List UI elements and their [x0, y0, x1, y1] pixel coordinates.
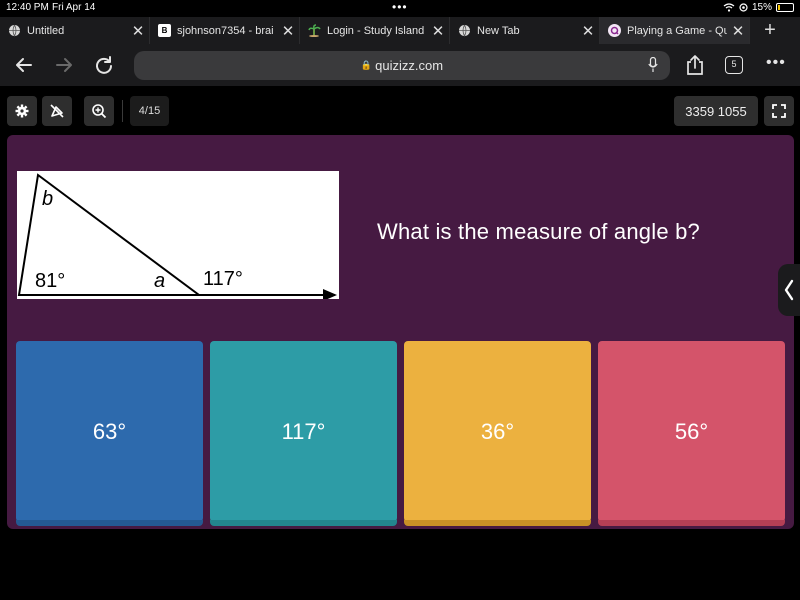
tab-close-icon[interactable]: ✕: [577, 22, 599, 40]
tab-brainly[interactable]: B sjohnson7354 - brai ✕: [150, 17, 300, 44]
angle-117-label: 117°: [203, 268, 243, 290]
zoom-in-icon[interactable]: [84, 96, 114, 126]
status-bar: 12:40 PM Fri Apr 14 ••• 15%: [0, 0, 800, 16]
browser-nav-bar: 🔒 quizizz.com 5 •••: [0, 44, 800, 86]
new-tab-plus-icon[interactable]: +: [750, 17, 790, 44]
lock-icon: 🔒: [360, 60, 373, 70]
tab-label: Untitled: [27, 24, 65, 37]
battery-percent: 15%: [751, 2, 772, 13]
globe-icon: [8, 24, 21, 37]
tab-label: New Tab: [477, 24, 520, 37]
url-text: quizizz.com: [375, 58, 444, 73]
answer-option-4[interactable]: 56°: [598, 341, 785, 526]
tab-label: Playing a Game - Qu: [627, 24, 727, 37]
quizizz-game: 4/15 3359 1055 b 81° a 117° What is the …: [0, 86, 800, 600]
option-shadow: [404, 520, 591, 526]
answer-label: 63°: [92, 418, 127, 444]
option-shadow: [598, 520, 785, 526]
tab-close-icon[interactable]: ✕: [277, 22, 299, 40]
browser-tab-bar: Untitled ✕ B sjohnson7354 - brai ✕ Login…: [0, 17, 800, 44]
brainly-icon: B: [158, 24, 171, 37]
status-time: 12:40 PM: [6, 2, 49, 13]
address-bar[interactable]: 🔒 quizizz.com: [134, 51, 670, 80]
tab-close-icon[interactable]: ✕: [727, 22, 749, 40]
location-icon: [739, 3, 748, 12]
share-icon[interactable]: [681, 52, 709, 78]
game-code: 3359 1055: [674, 96, 758, 126]
settings-gear-icon[interactable]: [7, 96, 37, 126]
answer-option-2[interactable]: 117°: [210, 341, 397, 526]
globe-icon: [458, 24, 471, 37]
option-shadow: [210, 520, 397, 526]
angle-b-label: b: [42, 188, 53, 210]
quizizz-icon: [608, 24, 621, 37]
study-island-icon: [308, 24, 321, 37]
tab-study-island[interactable]: Login - Study Island ✕: [300, 17, 450, 44]
forward-arrow-icon[interactable]: [50, 52, 78, 78]
option-shadow: [16, 520, 203, 526]
tab-untitled[interactable]: Untitled ✕: [0, 17, 150, 44]
tab-label: sjohnson7354 - brai: [177, 24, 274, 37]
tab-count-button[interactable]: 5: [725, 56, 743, 74]
back-arrow-icon[interactable]: [10, 52, 38, 78]
angle-81-label: 81°: [35, 270, 65, 292]
status-date: Fri Apr 14: [52, 2, 96, 13]
question-text: What is the measure of angle b?: [377, 219, 700, 244]
more-options-icon[interactable]: •••: [766, 54, 786, 72]
answer-option-3[interactable]: 36°: [404, 341, 591, 526]
answer-label: 36°: [480, 418, 515, 444]
toolbar-divider: [122, 100, 123, 122]
tab-label: Login - Study Island: [327, 24, 425, 37]
chevron-left-icon[interactable]: [778, 264, 800, 316]
ipad-screen: 12:40 PM Fri Apr 14 ••• 15% Untitled ✕ B…: [0, 0, 800, 600]
question-progress: 4/15: [130, 96, 169, 126]
wifi-icon: [723, 3, 735, 12]
multitasking-dots-icon[interactable]: •••: [392, 0, 408, 14]
status-right: 15%: [723, 2, 794, 13]
angle-a-label: a: [154, 270, 165, 292]
tab-quizizz[interactable]: Playing a Game - Qu ✕: [600, 17, 750, 44]
tab-close-icon[interactable]: ✕: [427, 22, 449, 40]
fullscreen-icon[interactable]: [764, 96, 794, 126]
answer-option-1[interactable]: 63°: [16, 341, 203, 526]
answer-label: 117°: [281, 418, 326, 444]
answer-label: 56°: [674, 418, 709, 444]
theme-off-icon[interactable]: [42, 96, 72, 126]
tab-new-tab[interactable]: New Tab ✕: [450, 17, 600, 44]
tab-close-icon[interactable]: ✕: [127, 22, 149, 40]
microphone-icon[interactable]: [648, 57, 658, 73]
reload-icon[interactable]: [90, 52, 118, 78]
triangle-figure: b 81° a 117°: [17, 171, 339, 299]
battery-icon: [776, 3, 794, 12]
